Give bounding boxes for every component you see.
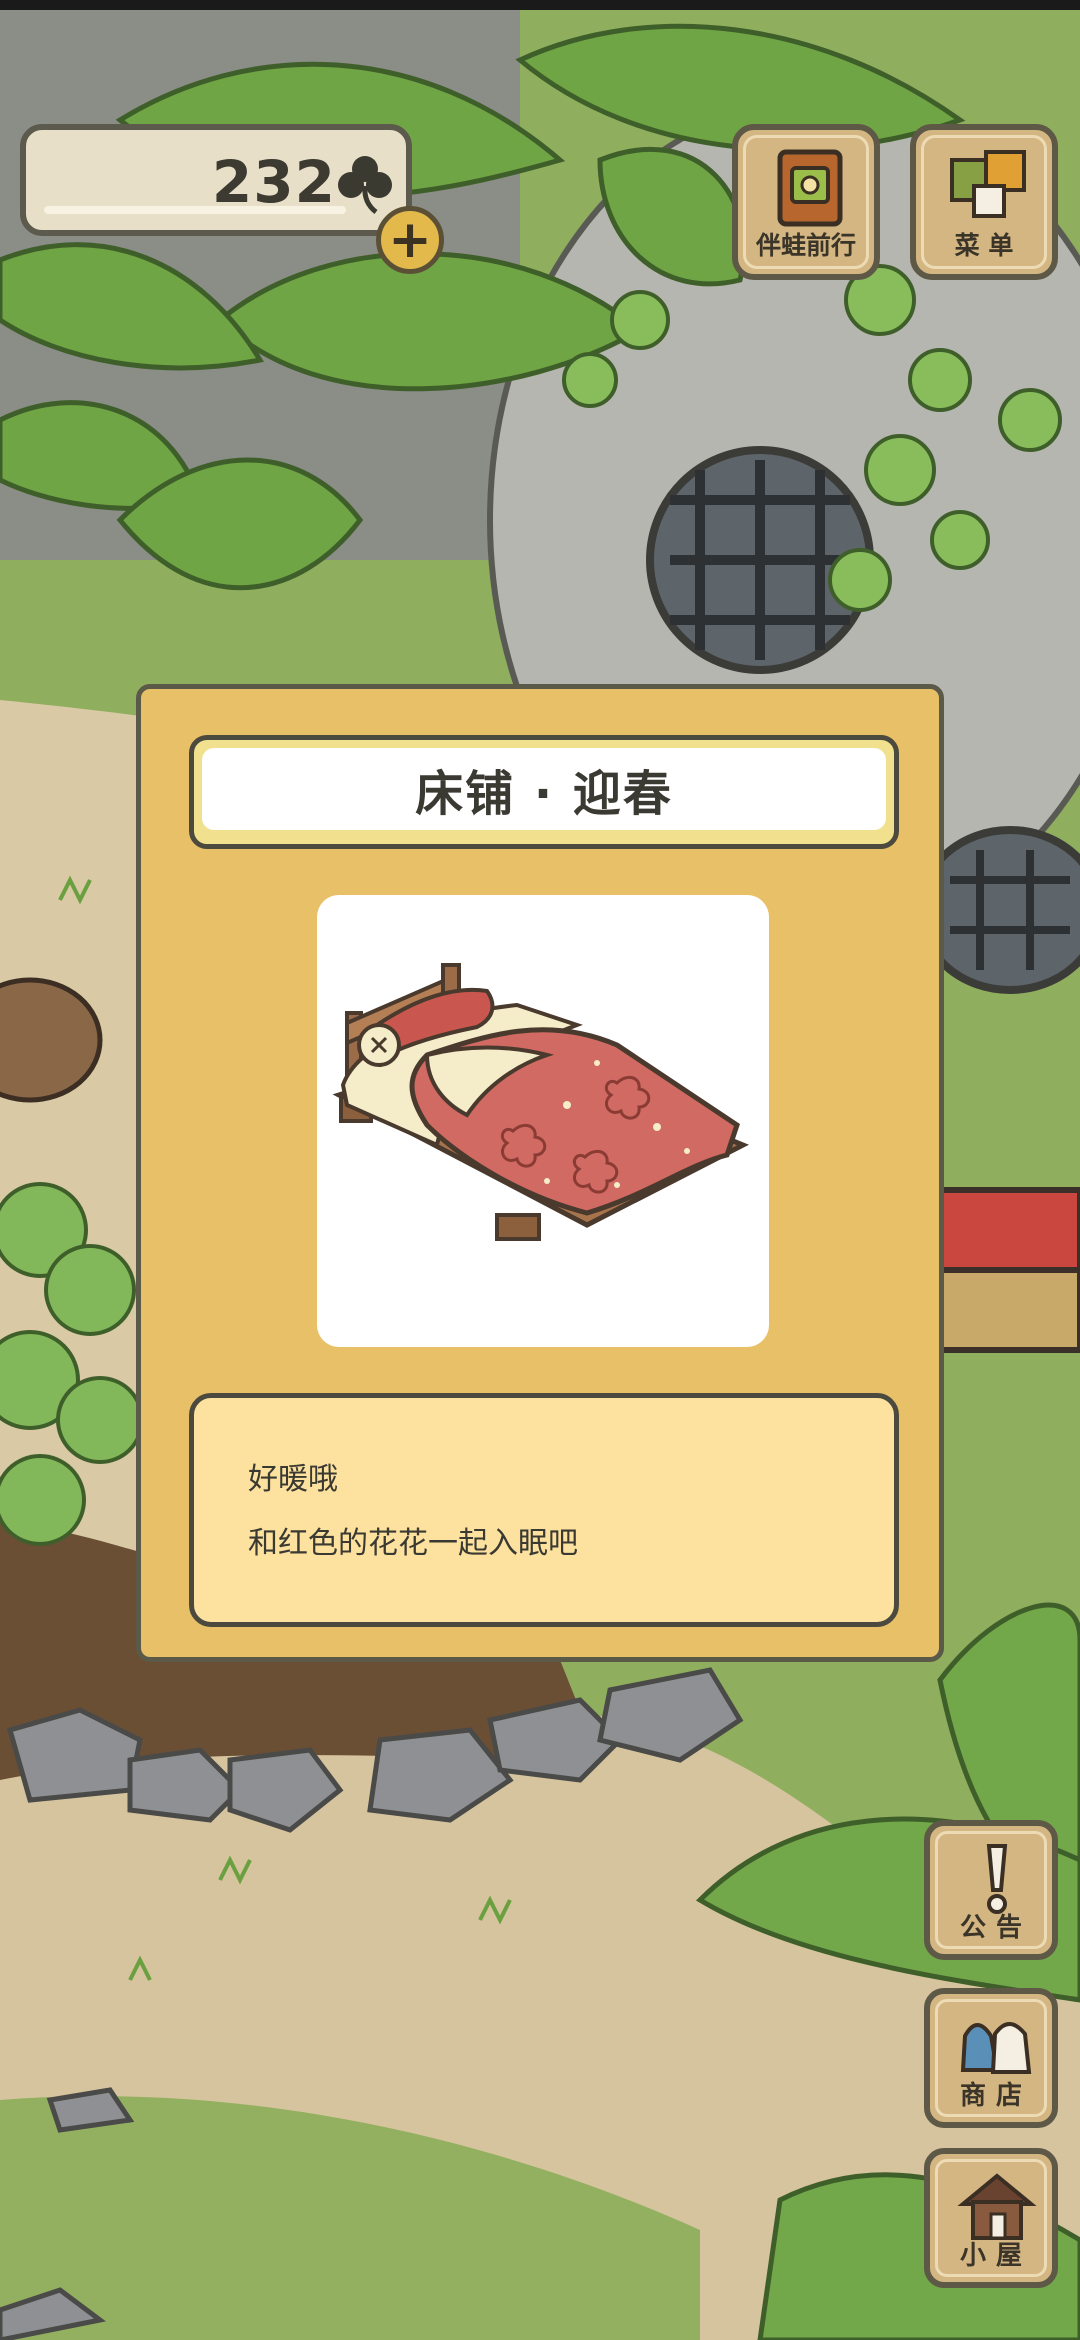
- passport-icon: [777, 149, 843, 227]
- menu-button[interactable]: 菜 单: [910, 124, 1058, 280]
- description-line-2: 和红色的花花一起入眠吧: [248, 1526, 578, 1561]
- add-clover-button[interactable]: +: [376, 206, 444, 274]
- travel-label: 伴蛙前行: [755, 231, 856, 260]
- bed-item-image: [332, 963, 749, 1241]
- shop-bags-icon: [960, 2022, 1032, 2074]
- clover-count: 232: [211, 148, 336, 216]
- exclamation-icon: [986, 1844, 1008, 1914]
- item-title-inner: 床铺 · 迎春: [202, 748, 886, 830]
- shop-label: 商店: [959, 2081, 1032, 2111]
- notice-label: 公告: [959, 1913, 1032, 1943]
- item-detail-dialog[interactable]: 床铺 · 迎春 好暖哦 和红色的花花一起入眠吧: [136, 684, 944, 1662]
- menu-cards-icon: [950, 150, 1026, 218]
- menu-label: 菜 单: [954, 231, 1014, 260]
- description-line-1: 好暖哦: [248, 1462, 338, 1497]
- house-icon: [957, 2173, 1037, 2240]
- plus-icon: +: [388, 210, 432, 270]
- item-image-frame: [317, 895, 769, 1347]
- house-button[interactable]: 小屋: [924, 2148, 1058, 2288]
- travel-with-frog-button[interactable]: 伴蛙前行: [732, 124, 880, 280]
- shop-button[interactable]: 商店: [924, 1988, 1058, 2128]
- clover-icon: [338, 156, 392, 214]
- item-title-box: 床铺 · 迎春: [189, 735, 899, 849]
- clover-counter: 232: [20, 124, 412, 236]
- item-description-box: 好暖哦 和红色的花花一起入眠吧: [189, 1393, 899, 1627]
- notice-button[interactable]: 公告: [924, 1820, 1058, 1960]
- item-title: 床铺 · 迎春: [415, 766, 673, 822]
- house-label: 小屋: [959, 2241, 1032, 2271]
